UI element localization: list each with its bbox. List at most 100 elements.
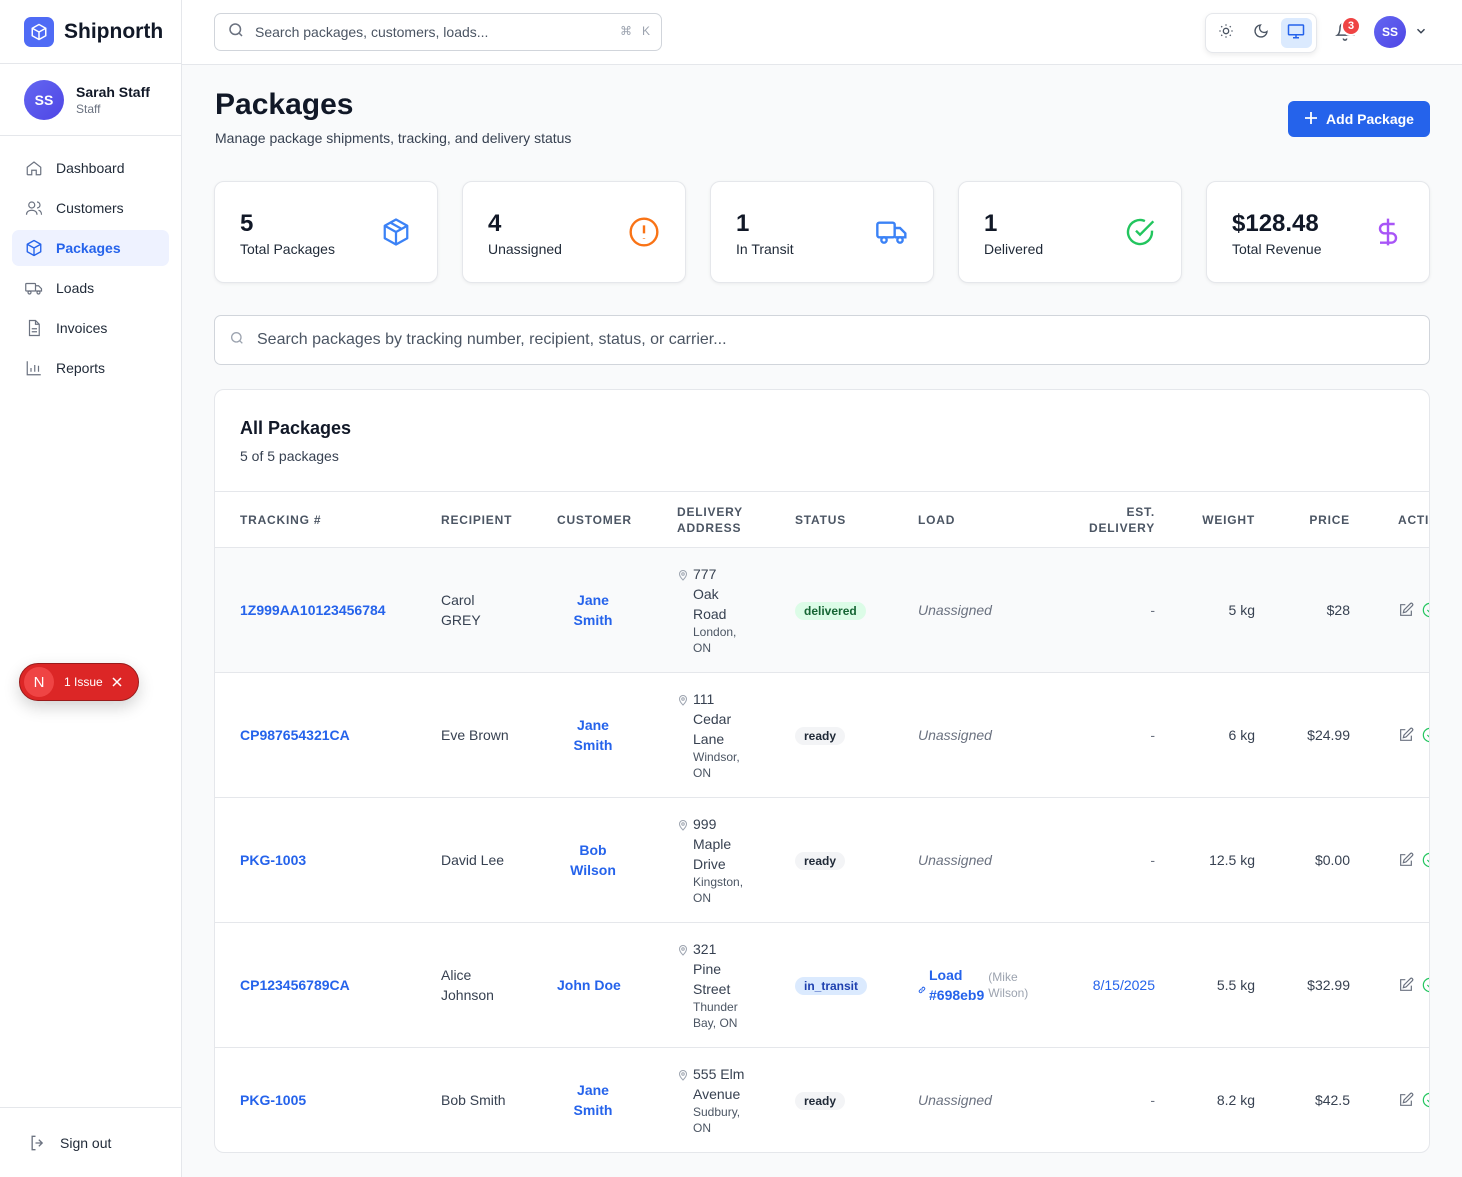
column-header-weight[interactable]: WEIGHT [1175, 512, 1255, 528]
column-header-recipient[interactable]: RECIPIENT [441, 512, 512, 528]
edit-icon[interactable] [1398, 727, 1414, 748]
logo-box-icon [24, 16, 54, 47]
customer-line: Smith [573, 612, 613, 628]
status-badge: ready [795, 1092, 846, 1110]
sidebar-item-label: Reports [56, 360, 106, 376]
tracking-link[interactable]: CP987654321CA [240, 725, 350, 745]
edit-icon[interactable] [1398, 977, 1414, 998]
stat-value: $128.48 [1232, 210, 1319, 237]
stat-card-in-transit: 1 In Transit [710, 181, 934, 283]
est-delivery: - [1150, 602, 1155, 618]
table-row[interactable]: CP987654321CA Eve Brown Jane Smith 111 C… [215, 673, 1429, 798]
price: $0.00 [1314, 852, 1350, 868]
street-line: Avenue [693, 1086, 741, 1102]
table-row[interactable]: CP123456789CA Alice Johnson John Doe 321… [215, 923, 1429, 1048]
city-line: Kingston, [693, 875, 744, 889]
package-search-input[interactable]: Search packages by tracking number, reci… [214, 315, 1430, 365]
tracking-link[interactable]: 1Z999AA10123456784 [240, 600, 386, 620]
delivery-address: 111 Cedar Lane Windsor, ON [677, 689, 740, 781]
load-line: #698eb9 [929, 987, 985, 1003]
package-icon [379, 215, 413, 249]
stat-value: 1 [984, 210, 998, 237]
theme-switcher [1205, 13, 1317, 53]
chevron-down-icon[interactable] [1414, 24, 1428, 38]
status-cell: ready [795, 725, 846, 745]
table-title: All Packages [240, 418, 352, 438]
check-circle-icon[interactable] [1422, 727, 1429, 748]
search-icon [227, 21, 245, 44]
customer-link[interactable]: Jane Smith [557, 1080, 629, 1120]
edit-icon[interactable] [1398, 602, 1414, 623]
column-header-address[interactable]: DELIVERY ADDRESS [677, 504, 743, 536]
edit-icon[interactable] [1398, 852, 1414, 873]
table-subtitle: 5 of 5 packages [240, 448, 339, 464]
load-unassigned: Unassigned [918, 727, 992, 743]
column-header-tracking[interactable]: TRACKING # [240, 512, 321, 528]
sidebar-item-invoices[interactable]: Invoices [12, 310, 169, 346]
stat-label: Unassigned [488, 241, 562, 257]
customer-link[interactable]: John Doe [557, 975, 621, 995]
column-header-customer[interactable]: CUSTOMER [557, 512, 632, 528]
sidebar-item-packages[interactable]: Packages [12, 230, 169, 266]
sign-out-label: Sign out [60, 1134, 112, 1151]
sidebar-item-loads[interactable]: Loads [12, 270, 169, 306]
driver-name: (Mike Wilson) [988, 969, 1028, 1005]
table-row[interactable]: PKG-1003 David Lee Bob Wilson 999 Maple … [215, 798, 1429, 923]
column-header-price[interactable]: PRICE [1270, 512, 1350, 528]
light-theme-button[interactable] [1210, 18, 1241, 48]
brand-name: Shipnorth [64, 19, 164, 43]
table-row[interactable]: PKG-1005 Bob Smith Jane Smith 555 Elm Av… [215, 1048, 1429, 1152]
table-row[interactable]: 1Z999AA10123456784 Carol GREY Jane Smith… [215, 548, 1429, 673]
column-header-est-delivery[interactable]: EST. DELIVERY [1075, 504, 1155, 536]
link-icon [918, 979, 926, 1005]
global-search-input[interactable]: Search packages, customers, loads... ⌘ K [214, 13, 662, 51]
sidebar-item-label: Loads [56, 280, 95, 296]
truck-icon [875, 215, 909, 249]
check-circle-icon[interactable] [1422, 602, 1429, 623]
customer-line: Bob [579, 842, 607, 858]
load-link[interactable]: Load #698eb9 [929, 965, 984, 1005]
sidebar-item-reports[interactable]: Reports [12, 350, 169, 386]
system-theme-button[interactable] [1280, 18, 1312, 48]
sign-out-button[interactable]: Sign out [0, 1107, 181, 1177]
sidebar-item-label: Customers [56, 200, 124, 216]
next-logo-icon: N [24, 667, 54, 697]
status-cell: delivered [795, 600, 866, 620]
notification-count-badge: 3 [1341, 16, 1361, 36]
check-circle-icon[interactable] [1422, 852, 1429, 873]
close-icon[interactable] [111, 676, 123, 688]
check-circle-icon[interactable] [1422, 1092, 1429, 1113]
check-circle-icon[interactable] [1422, 977, 1429, 998]
page-subtitle: Manage package shipments, tracking, and … [215, 130, 572, 146]
tracking-link[interactable]: PKG-1003 [240, 850, 306, 870]
edit-icon[interactable] [1398, 1092, 1414, 1113]
est-delivery: - [1150, 727, 1155, 743]
plus-icon [1304, 111, 1318, 128]
customer-link[interactable]: Jane Smith [557, 715, 629, 755]
row-actions [1398, 602, 1429, 623]
customer-link[interactable]: Jane Smith [557, 590, 629, 630]
user-name: Sarah Staff [76, 83, 150, 100]
avatar: SS [24, 79, 64, 120]
column-header-load[interactable]: LOAD [918, 512, 955, 528]
sidebar-item-customers[interactable]: Customers [12, 190, 169, 226]
column-header-status[interactable]: STATUS [795, 512, 846, 528]
tracking-link[interactable]: PKG-1005 [240, 1090, 306, 1110]
street-line: Road [693, 606, 727, 622]
user-menu-avatar[interactable]: SS [1374, 16, 1406, 48]
add-package-button[interactable]: Add Package [1288, 101, 1430, 137]
brand[interactable]: Shipnorth [0, 0, 181, 64]
customer-link[interactable]: Bob Wilson [557, 840, 629, 880]
column-header-actions[interactable]: ACTIONS [1398, 512, 1429, 528]
user-role: Staff [76, 101, 101, 116]
dollar-icon [1371, 215, 1405, 249]
status-badge: in_transit [795, 977, 868, 995]
weight: 5.5 kg [1216, 977, 1255, 993]
tracking-link[interactable]: CP123456789CA [240, 975, 350, 995]
sidebar-item-dashboard[interactable]: Dashboard [12, 150, 169, 186]
bar-chart-icon [24, 358, 44, 378]
load-unassigned: Unassigned [918, 602, 992, 618]
issue-badge[interactable]: N 1 Issue [19, 663, 139, 701]
weight: 8.2 kg [1216, 1092, 1255, 1108]
dark-theme-button[interactable] [1245, 18, 1276, 48]
